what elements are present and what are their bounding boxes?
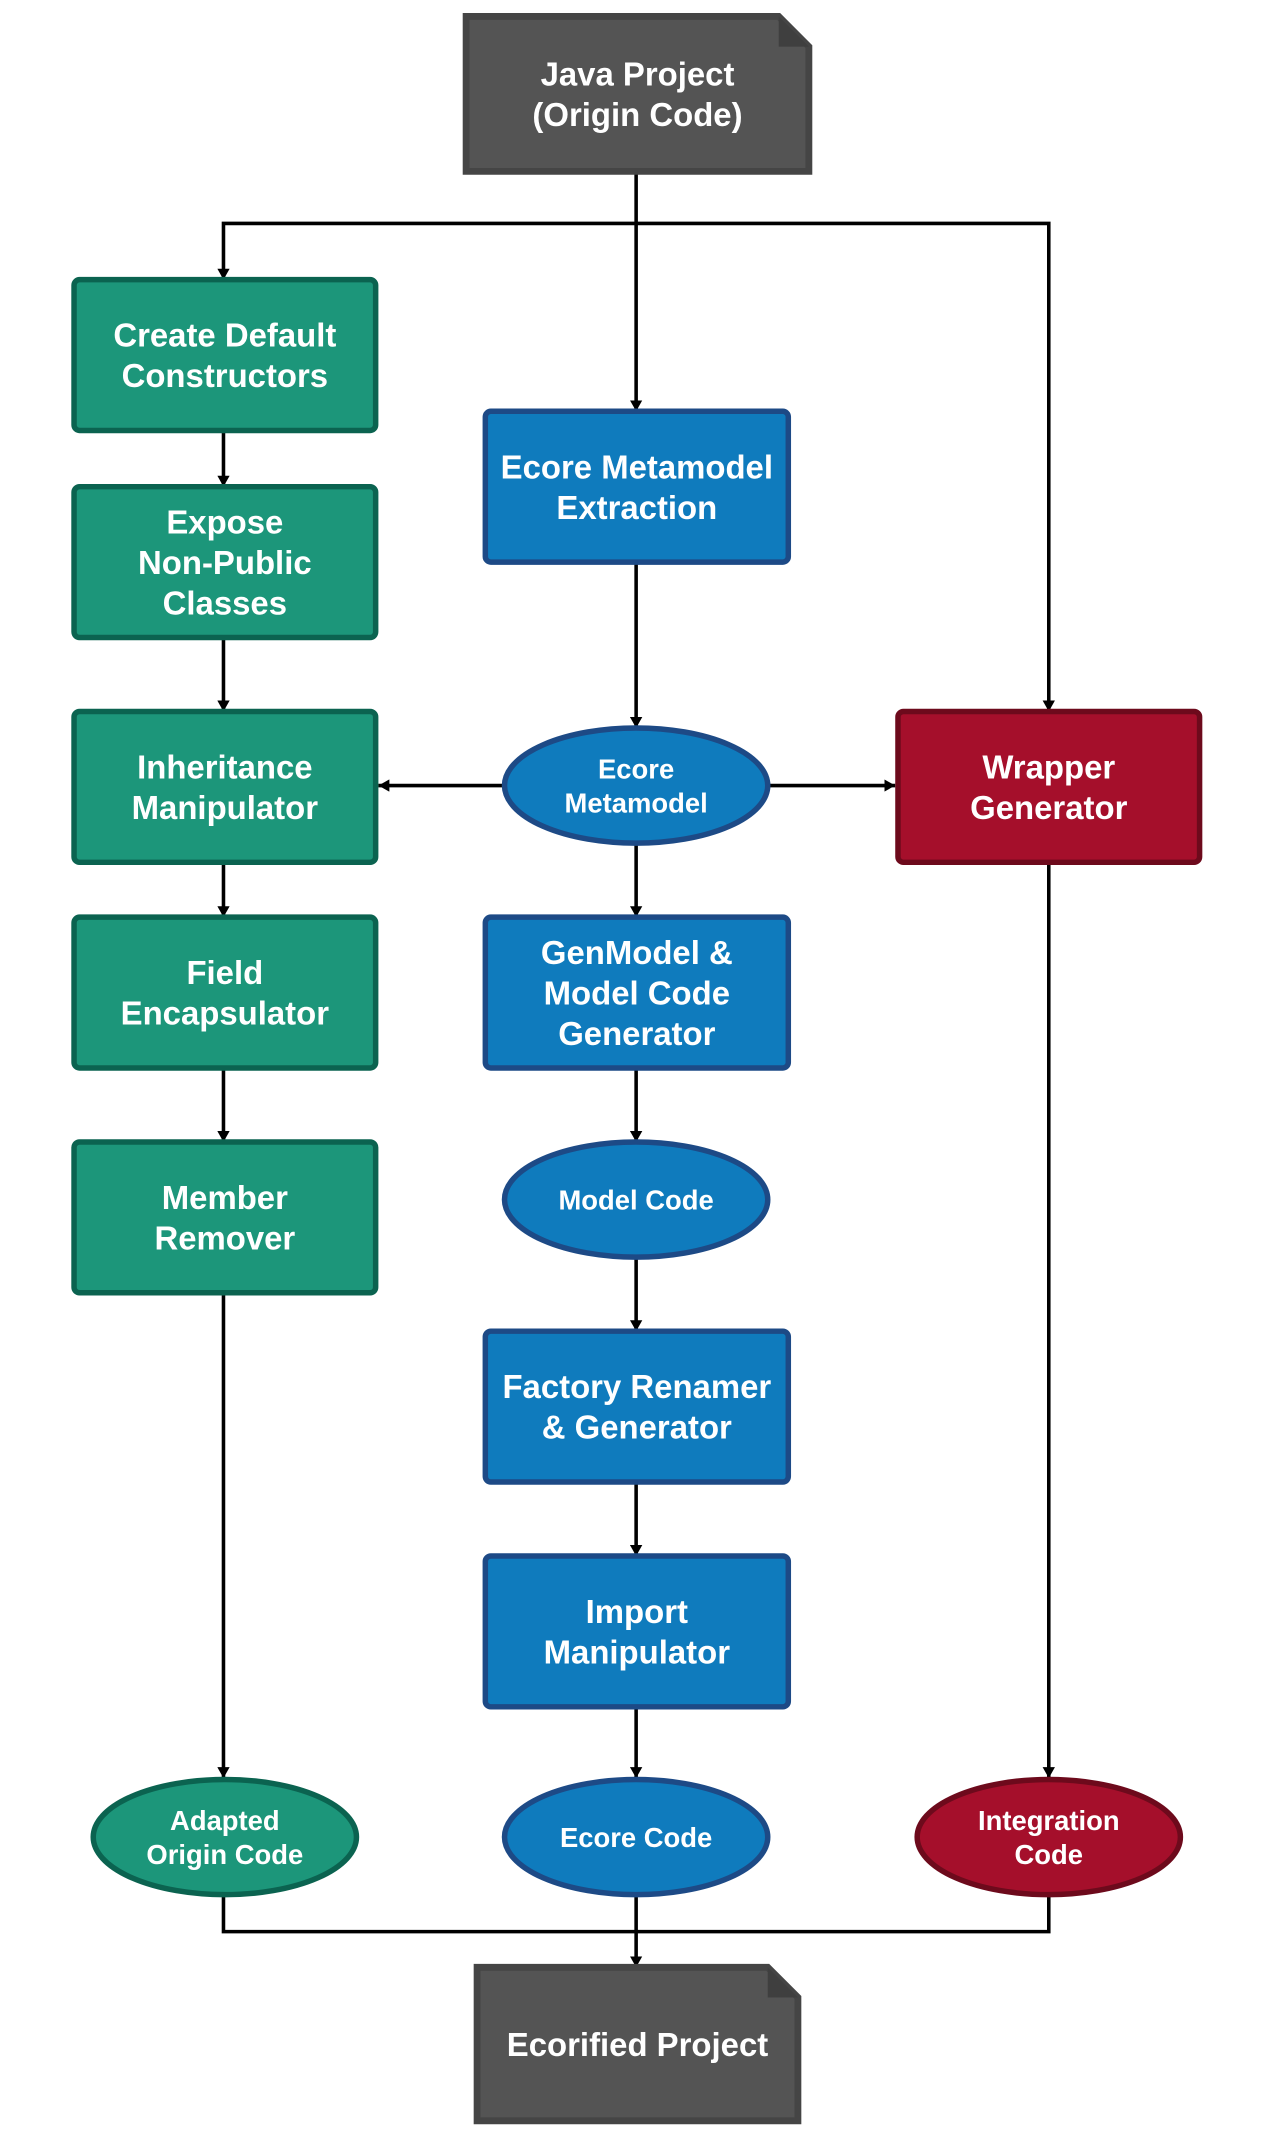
node-label-line: Model Code (544, 974, 730, 1011)
node-integration-code: IntegrationCode (914, 1776, 1184, 1898)
edge-integration-to-ecorified (636, 1894, 1051, 1934)
node-label-line: Remover (154, 1219, 295, 1256)
node-label-line: Expose (166, 503, 283, 540)
process-shape (71, 708, 379, 866)
process-shape (482, 1328, 792, 1485)
artifact-shape (90, 1776, 360, 1898)
process-shape (71, 1139, 379, 1296)
node-label-line: Constructors (122, 357, 329, 394)
node-label-line: Classes (163, 584, 287, 621)
node-adapted-origin-code: AdaptedOrigin Code (90, 1776, 360, 1898)
node-label-line: Create Default (113, 317, 336, 354)
node-expose-non-public-classes: Expose Non-PublicClasses (71, 483, 379, 641)
node-field-encapsulator: Field Encapsulator (71, 914, 379, 1071)
node-model-code: Model Code (501, 1139, 771, 1260)
node-label-line: & Generator (542, 1409, 732, 1446)
process-shape (895, 708, 1203, 866)
node-label-line: Code (1015, 1839, 1084, 1870)
node-label-line: Member (162, 1179, 288, 1216)
node-label-line: Ecore Code (560, 1822, 712, 1853)
node-member-remover: MemberRemover (71, 1139, 379, 1296)
node-wrapper-generator: WrapperGenerator (895, 708, 1203, 866)
node-label-line: Extraction (556, 489, 717, 526)
node-label-line: Integration (978, 1805, 1120, 1836)
node-create-default-constructors: Create DefaultConstructors (71, 276, 379, 434)
node-ecore-code: Ecore Code (501, 1776, 771, 1898)
node-label-line: Manipulator (544, 1633, 731, 1670)
node-factory-renamer: Factory Renamer & Generator (482, 1328, 792, 1485)
node-inheritance-manipulator: InheritanceManipulator (71, 708, 379, 866)
node-label-line: Manipulator (132, 789, 319, 826)
node-label-line: Non-Public (138, 544, 312, 581)
node-import-manipulator: ImportManipulator (482, 1553, 792, 1710)
node-java-project: Java Project(Origin Code) (462, 13, 813, 175)
node-label-line: Wrapper (982, 749, 1115, 786)
node-label-line: Factory Renamer (502, 1368, 771, 1405)
node-ecorified-project: Ecorified Project (473, 1963, 802, 2125)
process-shape (482, 408, 792, 565)
edge-java-to-create-default (217, 221, 637, 280)
artifact-shape (914, 1776, 1184, 1898)
node-genmodel-generator: GenModel &Model Code Generator (482, 914, 792, 1071)
node-label-line: Encapsulator (121, 995, 330, 1032)
node-label-line: GenModel & (541, 934, 733, 971)
edge-adapted-to-ecorified (221, 1894, 637, 1934)
node-label-line: Generator (970, 789, 1127, 826)
node-label-line: Metamodel (565, 787, 708, 818)
node-label-line: Origin Code (146, 1839, 303, 1870)
node-label-line: Field (186, 954, 263, 991)
node-label-line: Import (586, 1593, 688, 1630)
node-label-line: Adapted (170, 1805, 280, 1836)
node-label-line: (Origin Code) (532, 96, 742, 133)
process-shape (71, 914, 379, 1071)
ecorification-flow-diagram: Java Project(Origin Code)Create DefaultC… (71, 13, 1203, 2125)
process-shape (71, 276, 379, 434)
node-label-line: Java Project (541, 56, 735, 93)
node-label-line: Generator (558, 1015, 715, 1052)
process-shape (482, 1553, 792, 1710)
artifact-shape (501, 725, 771, 846)
node-label-line: Ecore Metamodel (501, 448, 773, 485)
node-label-line: Ecore (598, 754, 674, 785)
node-label-line: Ecorified Project (507, 2026, 768, 2063)
node-ecore-metamodel: EcoreMetamodel (501, 725, 771, 846)
node-label-line: Model Code (558, 1184, 713, 1215)
node-ecore-metamodel-extraction: Ecore Metamodel Extraction (482, 408, 792, 565)
node-label-line: Inheritance (137, 749, 312, 786)
